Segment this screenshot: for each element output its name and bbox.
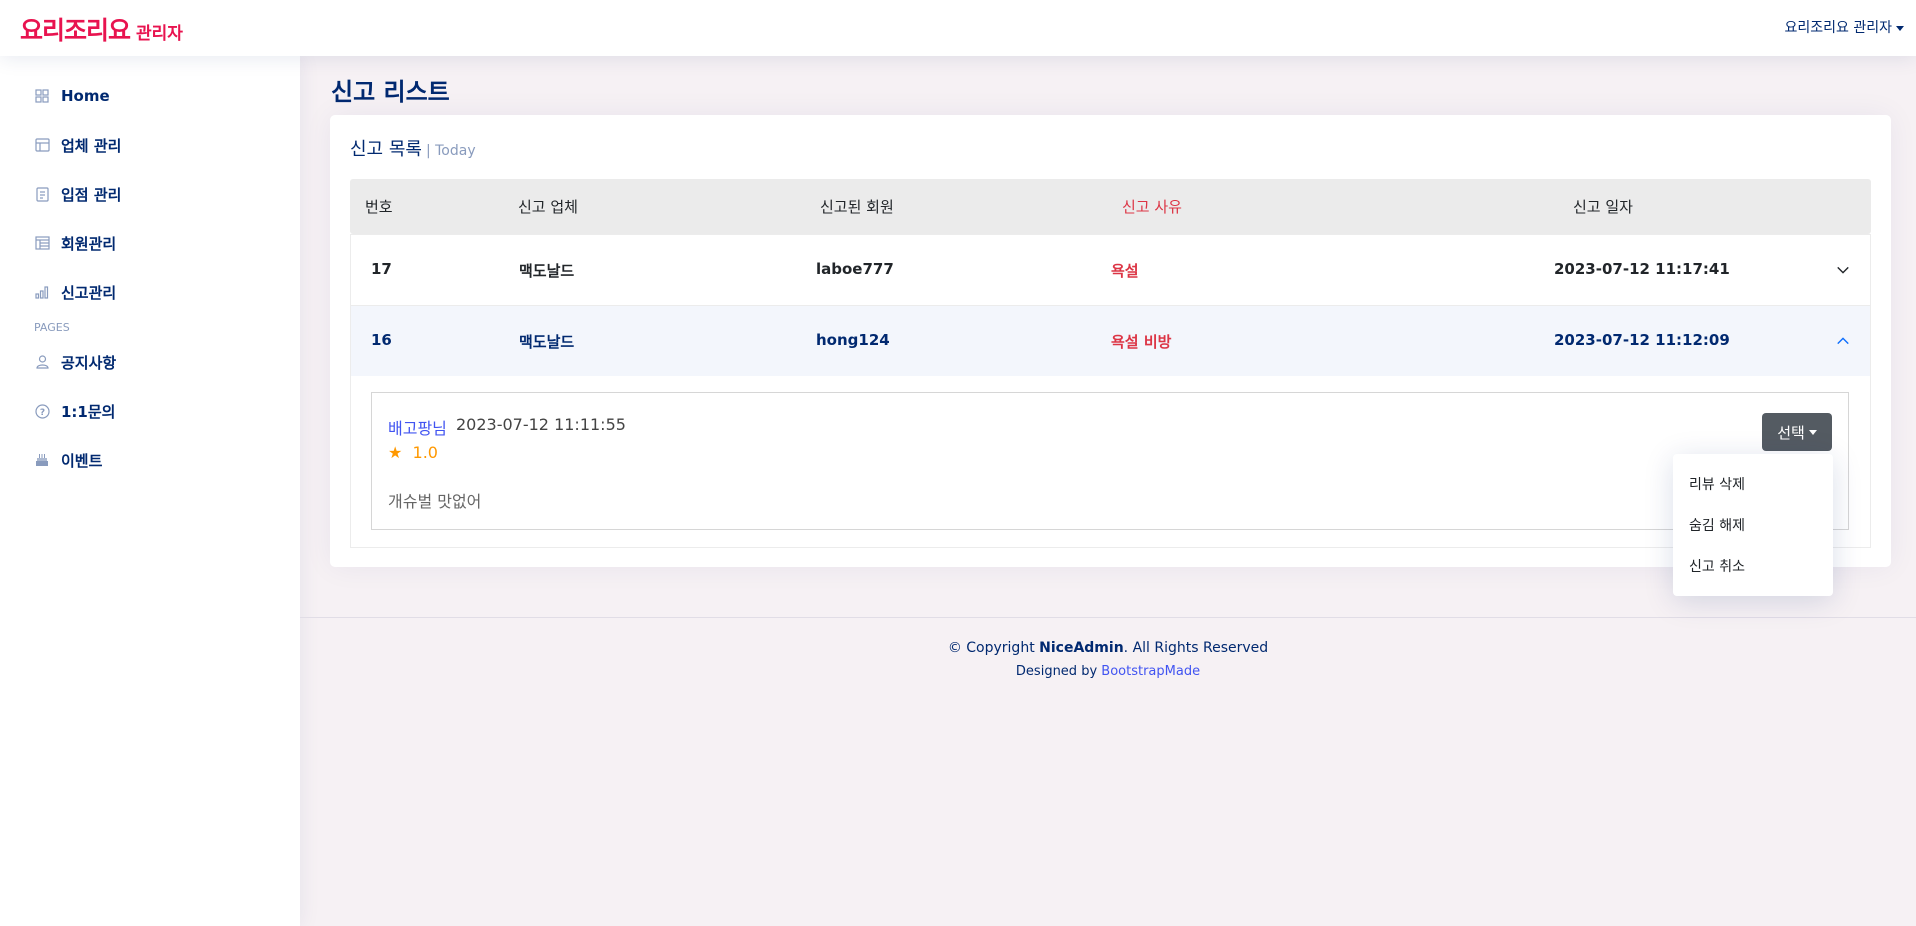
cell-date: 2023-07-12 11:12:09	[1554, 331, 1730, 349]
select-dropdown-menu: 리뷰 삭제 숨김 해제 신고 취소	[1673, 454, 1833, 596]
copyright-suffix: . All Rights Reserved	[1123, 640, 1269, 656]
review-text: 개슈벌 맛없어	[388, 492, 482, 511]
sidebar-item-label: 입점 관리	[61, 185, 122, 204]
logo[interactable]: 요리조리요 관리자	[20, 11, 183, 47]
cell-reason: 욕설	[1111, 262, 1139, 280]
card-subtitle: | Today	[425, 143, 476, 159]
sidebar-heading-pages: PAGES	[34, 321, 70, 334]
layout-icon	[34, 137, 50, 153]
menu-item-unhide[interactable]: 숨김 해제	[1673, 504, 1833, 545]
cake-icon	[34, 452, 50, 468]
copyright: © Copyright NiceAdmin. All Rights Reserv…	[300, 640, 1916, 656]
column-header-date: 신고 일자	[1573, 198, 1633, 216]
column-header-reason: 신고 사유	[1122, 198, 1182, 216]
person-icon	[34, 354, 50, 370]
review-box: 배고팡님 2023-07-12 11:11:55 ★ 1.0 개슈벌 맛없어 선…	[371, 392, 1849, 530]
sidebar-item-stores[interactable]: 업체 관리	[16, 125, 284, 165]
footer-divider	[300, 617, 1916, 618]
caret-down-icon	[1896, 25, 1904, 31]
sidebar-item-home[interactable]: Home	[16, 76, 284, 116]
cell-date: 2023-07-12 11:17:41	[1554, 260, 1730, 278]
grid-icon	[34, 88, 50, 104]
top-header: 요리조리요 관리자 요리조리요 관리자	[0, 0, 1916, 56]
report-list-card: 신고 목록 | Today 번호 신고 업체 신고된 회원 신고 사유 신고 일자…	[330, 115, 1891, 567]
sidebar-item-reports[interactable]: 신고관리	[16, 272, 284, 312]
sidebar-item-entry[interactable]: 입점 관리	[16, 174, 284, 214]
logo-main-text: 요리조리요	[20, 16, 131, 45]
designed-by-label: Designed by	[1015, 664, 1098, 679]
sidebar-item-label: 이벤트	[61, 451, 103, 470]
table-row[interactable]: 17 맥도날드 laboe777 욕설 2023-07-12 11:17:41	[350, 234, 1871, 306]
sidebar: Home 업체 관리 입점 관리 회원관리 신고관리 PAGES 공지사항 ?	[0, 56, 300, 926]
column-header-no: 번호	[365, 198, 393, 216]
sidebar-item-label: 신고관리	[61, 283, 117, 302]
cell-member: laboe777	[816, 260, 894, 278]
cell-reason: 욕설 비방	[1111, 333, 1172, 351]
sidebar-item-event[interactable]: 이벤트	[16, 440, 284, 480]
column-header-store: 신고 업체	[518, 198, 578, 216]
sidebar-item-members[interactable]: 회원관리	[16, 223, 284, 263]
menu-item-delete-review[interactable]: 리뷰 삭제	[1673, 463, 1833, 504]
star-icon: ★	[388, 443, 403, 462]
rating-value: 1.0	[412, 443, 438, 462]
chevron-up-icon[interactable]	[1836, 334, 1850, 348]
copyright-prefix: © Copyright	[947, 640, 1035, 656]
table-header: 번호 신고 업체 신고된 회원 신고 사유 신고 일자	[350, 179, 1871, 234]
caret-down-icon	[1808, 429, 1817, 435]
cell-member: hong124	[816, 331, 890, 349]
cell-no: 16	[371, 331, 392, 349]
designer-link[interactable]: BootstrapMade	[1101, 664, 1200, 679]
menu-item-cancel-report[interactable]: 신고 취소	[1673, 545, 1833, 586]
bar-chart-icon	[34, 284, 50, 300]
sidebar-item-label: 회원관리	[61, 234, 117, 253]
profile-label: 요리조리요 관리자	[1784, 20, 1893, 36]
copyright-brand: NiceAdmin	[1039, 640, 1124, 656]
table-row[interactable]: 16 맥도날드 hong124 욕설 비방 2023-07-12 11:12:0…	[350, 305, 1871, 377]
table-icon	[34, 235, 50, 251]
credits: Designed by BootstrapMade	[300, 664, 1916, 679]
review-date: 2023-07-12 11:11:55	[456, 415, 626, 434]
sidebar-item-label: 1:1문의	[61, 402, 116, 421]
sidebar-item-notice[interactable]: 공지사항	[16, 342, 284, 382]
page-title: 신고 리스트	[331, 78, 450, 106]
select-dropdown-button[interactable]: 선택	[1762, 413, 1832, 451]
chevron-down-icon[interactable]	[1836, 263, 1850, 277]
sidebar-item-label: Home	[61, 87, 110, 105]
question-circle-icon: ?	[34, 403, 50, 419]
column-header-member: 신고된 회원	[820, 198, 894, 216]
footer: © Copyright NiceAdmin. All Rights Reserv…	[300, 640, 1916, 679]
report-detail-panel: 배고팡님 2023-07-12 11:11:55 ★ 1.0 개슈벌 맛없어 선…	[350, 376, 1871, 548]
sidebar-item-label: 공지사항	[61, 353, 117, 372]
sidebar-item-label: 업체 관리	[61, 136, 122, 155]
cell-no: 17	[371, 260, 392, 278]
select-button-label: 선택	[1777, 423, 1805, 442]
journal-icon	[34, 186, 50, 202]
review-rating: ★ 1.0	[388, 443, 438, 462]
profile-dropdown[interactable]: 요리조리요 관리자	[1784, 17, 1904, 37]
logo-sub-text: 관리자	[136, 24, 183, 44]
card-title: 신고 목록 | Today	[350, 135, 476, 161]
sidebar-item-inquiry[interactable]: ? 1:1문의	[16, 391, 284, 431]
cell-store: 맥도날드	[519, 333, 575, 351]
card-title-text: 신고 목록	[350, 139, 422, 160]
cell-store: 맥도날드	[519, 262, 575, 280]
reviewer-name[interactable]: 배고팡님	[388, 415, 447, 439]
svg-text:?: ?	[39, 408, 44, 418]
